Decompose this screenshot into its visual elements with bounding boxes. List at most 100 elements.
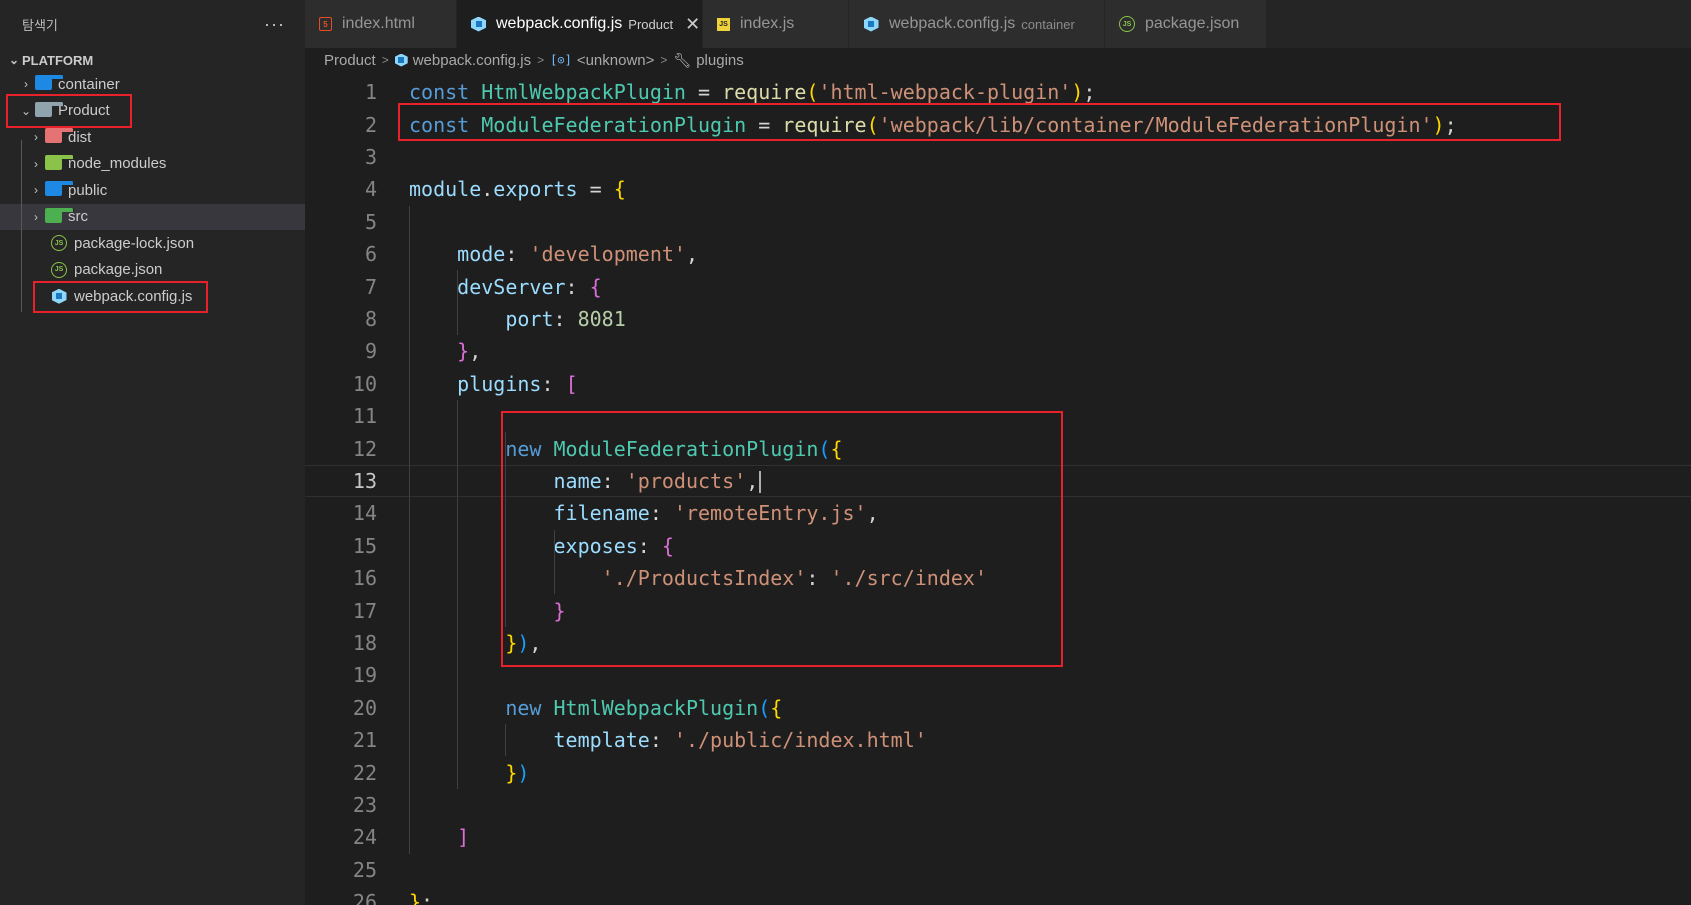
line-number: 21: [352, 728, 377, 753]
tab-description: Product: [628, 16, 674, 32]
indent-guide: [457, 270, 459, 336]
tree-item-container[interactable]: › container: [0, 71, 305, 98]
code-line[interactable]: 1 const HtmlWebpackPlugin = require('html…: [305, 76, 1691, 108]
line-number: 2: [364, 112, 377, 137]
indent-guide: [553, 529, 555, 595]
code-line[interactable]: 16 './ProductsIndex': './src/index': [305, 562, 1691, 594]
tab-package-json[interactable]: JS package.json: [1105, 0, 1267, 48]
line-number: 17: [352, 598, 377, 623]
code-text: template: './public/index.html': [553, 728, 927, 753]
code-text: };: [409, 890, 434, 905]
code-line[interactable]: 4 module.exports = {: [305, 173, 1691, 205]
tab-index-js[interactable]: JS index.js: [703, 0, 849, 48]
indent-guide: [457, 400, 459, 789]
chevron-right-icon: >: [660, 53, 668, 67]
tab-label: index.js: [740, 15, 795, 32]
code-line[interactable]: 26};: [305, 886, 1691, 905]
line-number: 12: [352, 436, 377, 461]
tab-description: container: [1021, 16, 1075, 32]
chevron-down-icon: ⌄: [20, 103, 32, 118]
tree-item-dist[interactable]: › dist: [0, 124, 305, 151]
code-line[interactable]: 20 new HtmlWebpackPlugin({: [305, 692, 1691, 724]
tab-index-html[interactable]: 5 index.html: [305, 0, 457, 48]
webpack-icon: [471, 16, 486, 32]
breadcrumb-symbol[interactable]: <unknown>: [577, 52, 655, 69]
tree-item-label: container: [58, 75, 120, 93]
workspace-root[interactable]: ⌄ PLATFORM: [0, 49, 305, 71]
line-number: 19: [352, 663, 377, 688]
code-line[interactable]: 25: [305, 854, 1691, 886]
explorer-title: 탐색기: [22, 17, 58, 33]
code-line[interactable]: 18 }),: [305, 627, 1691, 659]
node-icon: JS: [1119, 16, 1135, 32]
webpack-icon: [863, 16, 879, 32]
json-icon: JS: [50, 261, 68, 278]
code-line[interactable]: 5: [305, 206, 1691, 238]
tree-item-label: node_modules: [68, 155, 167, 173]
code-text: ]: [457, 825, 470, 850]
code-text: './ProductsIndex': './src/index': [601, 566, 987, 591]
tree-item-package-json[interactable]: JS package.json: [0, 257, 305, 284]
line-number: 25: [352, 857, 377, 882]
code-line[interactable]: 17 }: [305, 594, 1691, 626]
tree-item-label: public: [68, 181, 108, 199]
code-line[interactable]: 22 }): [305, 756, 1691, 788]
breadcrumb-file[interactable]: webpack.config.js: [413, 52, 531, 69]
tab-webpack-config-product[interactable]: webpack.config.js Product ✕: [457, 0, 703, 48]
editor-tab-bar: 5 index.html webpack.config.js Product ✕…: [305, 0, 1691, 48]
code-text: module.exports = {: [409, 177, 626, 202]
code-line[interactable]: 19: [305, 659, 1691, 691]
tree-item-node-modules[interactable]: › node_modules: [0, 151, 305, 178]
code-line[interactable]: 23: [305, 789, 1691, 821]
line-number: 8: [364, 306, 377, 331]
line-number: 7: [364, 274, 377, 299]
code-line[interactable]: 8 port: 8081: [305, 303, 1691, 335]
tree-item-public[interactable]: › public: [0, 177, 305, 204]
tree-item-product[interactable]: ⌄ Product: [0, 98, 305, 125]
js-icon: JS: [717, 17, 730, 31]
workspace-root-label: PLATFORM: [22, 52, 94, 68]
code-text: plugins: [: [457, 371, 578, 396]
code-line[interactable]: 15 exposes: {: [305, 530, 1691, 562]
code-line[interactable]: 14 filename: 'remoteEntry.js',: [305, 497, 1691, 529]
code-line[interactable]: 21 template: './public/index.html': [305, 724, 1691, 756]
code-line[interactable]: 11: [305, 400, 1691, 432]
line-number: 14: [352, 501, 377, 526]
tree-item-label: webpack.config.js: [74, 287, 193, 305]
code-line[interactable]: 9 },: [305, 335, 1691, 367]
tree-item-src[interactable]: › src: [0, 203, 305, 230]
code-line[interactable]: 12 new ModuleFederationPlugin({: [305, 432, 1691, 464]
chevron-right-icon: ›: [34, 156, 38, 171]
code-line[interactable]: 3: [305, 141, 1691, 173]
breadcrumb-folder[interactable]: Product: [324, 52, 376, 69]
tab-label: package.json: [1145, 15, 1240, 32]
code-editor[interactable]: 1 const HtmlWebpackPlugin = require('html…: [305, 72, 1691, 905]
code-line[interactable]: 7 devServer: {: [305, 270, 1691, 302]
line-number: 13: [352, 468, 377, 493]
close-icon[interactable]: ✕: [685, 14, 700, 35]
tree-item-label: package-lock.json: [74, 234, 195, 252]
code-line[interactable]: 2 const ModuleFederationPlugin = require(…: [305, 108, 1691, 140]
breadcrumb: Product > webpack.config.js > [⊙] <unkno…: [305, 48, 1691, 72]
tree-item-package-lock[interactable]: JS package-lock.json: [0, 230, 305, 257]
code-line[interactable]: 6 mode: 'development',: [305, 238, 1691, 270]
wrench-icon: 🔧︎: [673, 51, 692, 68]
tree-item-label: package.json: [74, 261, 163, 279]
tree-item-webpack-config[interactable]: webpack.config.js: [0, 283, 305, 310]
line-number: 20: [352, 695, 377, 720]
code-text: }): [505, 760, 530, 785]
tab-webpack-config-container[interactable]: webpack.config.js container: [849, 0, 1105, 48]
code-text: }: [553, 598, 566, 623]
code-line[interactable]: 24 ]: [305, 821, 1691, 853]
code-line[interactable]: 13 name: 'products',: [305, 464, 1691, 498]
explorer-sidebar: 탐색기 ··· ⌄ PLATFORM › container ⌄ Product…: [0, 0, 305, 905]
tab-label: webpack.config.js: [889, 15, 1016, 32]
chevron-right-icon: ›: [34, 183, 38, 198]
more-actions-icon[interactable]: ···: [264, 14, 285, 35]
code-line[interactable]: 10 plugins: [: [305, 368, 1691, 400]
explorer-header: 탐색기 ···: [0, 0, 305, 48]
code-text: name: 'products',: [409, 469, 762, 494]
code-text: mode: 'development',: [457, 242, 699, 267]
chevron-right-icon: ›: [34, 130, 38, 145]
breadcrumb-property[interactable]: plugins: [696, 52, 744, 69]
